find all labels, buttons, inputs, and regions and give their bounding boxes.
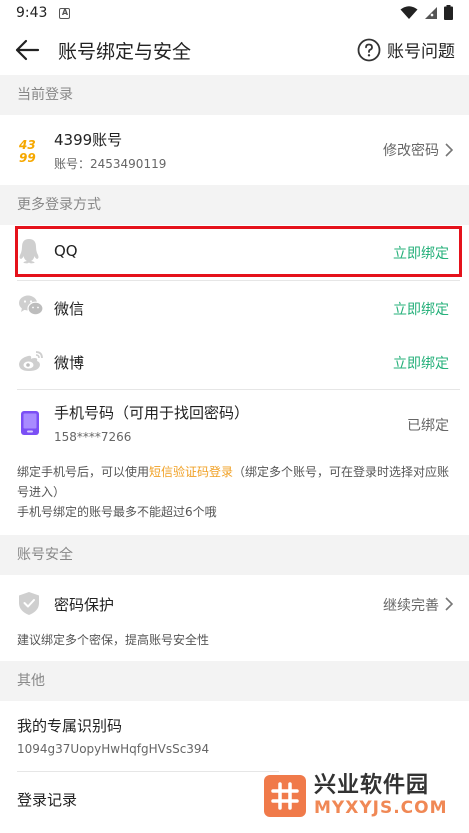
phone-binding-row[interactable]: 手机号码（可用于找回密码） 158****7266 已绑定: [0, 390, 469, 456]
sms-login-link[interactable]: 短信验证码登录: [149, 465, 233, 479]
account-id: 账号：2453490119: [54, 157, 167, 171]
4399-logo-icon: 43 99: [18, 137, 42, 165]
phone-number: 158****7266: [54, 430, 132, 444]
signal-icon: [425, 6, 437, 19]
watermark-title: 兴业软件园: [314, 773, 430, 798]
unique-id-label: 我的专属识别码: [17, 717, 123, 735]
unique-id-value: 1094g37UopyHwHqfgHVsSc394: [17, 742, 210, 756]
section-header-other: 其他: [0, 661, 469, 701]
login-method-weibo[interactable]: 微博 立即绑定: [0, 335, 469, 389]
notification-a-icon: A: [59, 7, 71, 19]
back-arrow-icon[interactable]: [14, 38, 40, 62]
weibo-label: 微博: [54, 354, 85, 372]
wechat-bind-button[interactable]: 立即绑定: [393, 299, 449, 319]
status-time: 9:43: [16, 5, 48, 21]
current-account-row: 43 99 4399账号 账号：2453490119 修改密码: [0, 115, 469, 185]
continue-complete-button[interactable]: 继续完善: [383, 595, 439, 615]
chevron-right-icon[interactable]: [445, 143, 453, 157]
password-protection-label: 密码保护: [54, 596, 115, 614]
status-icons: [400, 5, 453, 20]
wechat-label: 微信: [54, 300, 85, 318]
app-bar: 账号绑定与安全 账号问题: [0, 26, 469, 74]
section-header-security: 账号安全: [0, 535, 469, 575]
question-circle-icon: [357, 38, 381, 61]
phone-bound-status: 已绑定: [407, 418, 449, 434]
section-header-more-login: 更多登录方式: [0, 185, 469, 225]
weibo-bind-button[interactable]: 立即绑定: [393, 353, 449, 373]
change-password-button[interactable]: 修改密码: [383, 140, 439, 160]
phone-binding-note: 绑定手机号后，可以使用短信验证码登录（绑定多个账号，可在登录时选择对应账号进入）…: [17, 465, 450, 519]
svg-text:43: 43: [18, 138, 36, 152]
wechat-icon: [19, 295, 44, 316]
watermark-logo-icon: [264, 775, 306, 817]
chevron-right-icon[interactable]: [445, 597, 453, 611]
password-protection-row[interactable]: 密码保护 继续完善: [0, 575, 469, 631]
wifi-icon: [400, 5, 418, 19]
phone-icon: [21, 411, 39, 435]
account-help-label: 账号问题: [387, 42, 455, 62]
page-title: 账号绑定与安全: [58, 41, 192, 63]
weibo-icon: [19, 351, 43, 371]
login-method-wechat[interactable]: 微信 立即绑定: [0, 281, 469, 335]
account-name: 4399账号: [54, 131, 123, 149]
qq-highlight-box: [15, 226, 462, 277]
account-help-button[interactable]: 账号问题: [357, 37, 455, 62]
status-bar: 9:43 A: [0, 0, 469, 26]
shield-icon: [19, 592, 39, 615]
phone-label: 手机号码（可用于找回密码）: [54, 404, 250, 422]
watermark-url: MYXYJS.COM: [314, 798, 448, 818]
login-record-label: 登录记录: [17, 791, 78, 809]
security-note: 建议绑定多个密保，提高账号安全性: [17, 633, 210, 647]
section-header-current-login: 当前登录: [0, 75, 469, 115]
battery-icon: [444, 5, 453, 20]
watermark: 兴业软件园 MYXYJS.COM: [264, 771, 464, 821]
unique-id-row: 我的专属识别码 1094g37UopyHwHqfgHVsSc394: [0, 701, 469, 771]
svg-text:99: 99: [19, 151, 36, 165]
